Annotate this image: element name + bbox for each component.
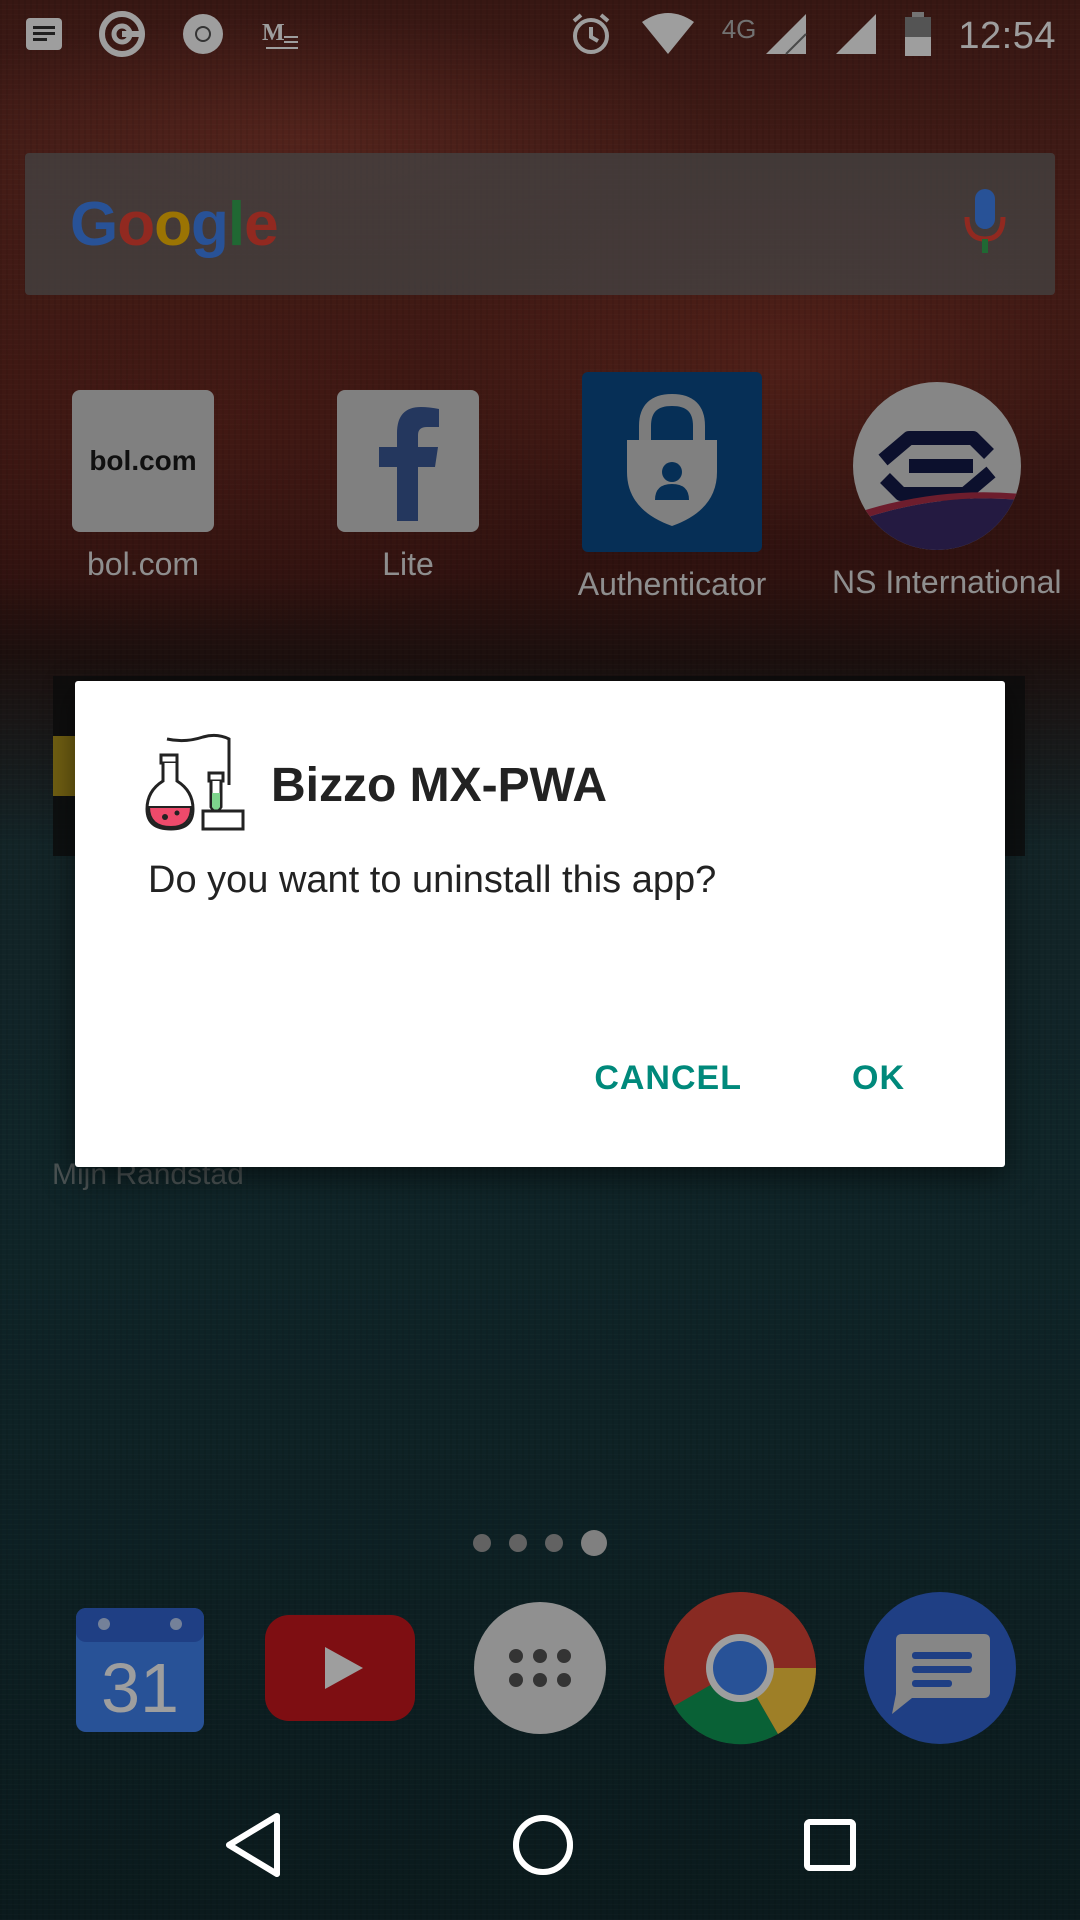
ok-button[interactable]: OK [852, 1059, 905, 1098]
navigation-bar-overlay [0, 1774, 1080, 1920]
home-icon[interactable] [510, 1812, 576, 1883]
back-icon[interactable] [223, 1812, 283, 1883]
uninstall-dialog: Bizzo MX-PWA Do you want to uninstall th… [75, 681, 1005, 1167]
lab-flask-app-icon [145, 733, 249, 838]
dialog-actions: CANCEL OK [594, 1059, 905, 1098]
cancel-button[interactable]: CANCEL [594, 1059, 742, 1098]
dialog-title: Bizzo MX-PWA [271, 759, 607, 812]
recents-icon[interactable] [803, 1818, 857, 1877]
dialog-message: Do you want to uninstall this app? [148, 859, 717, 901]
